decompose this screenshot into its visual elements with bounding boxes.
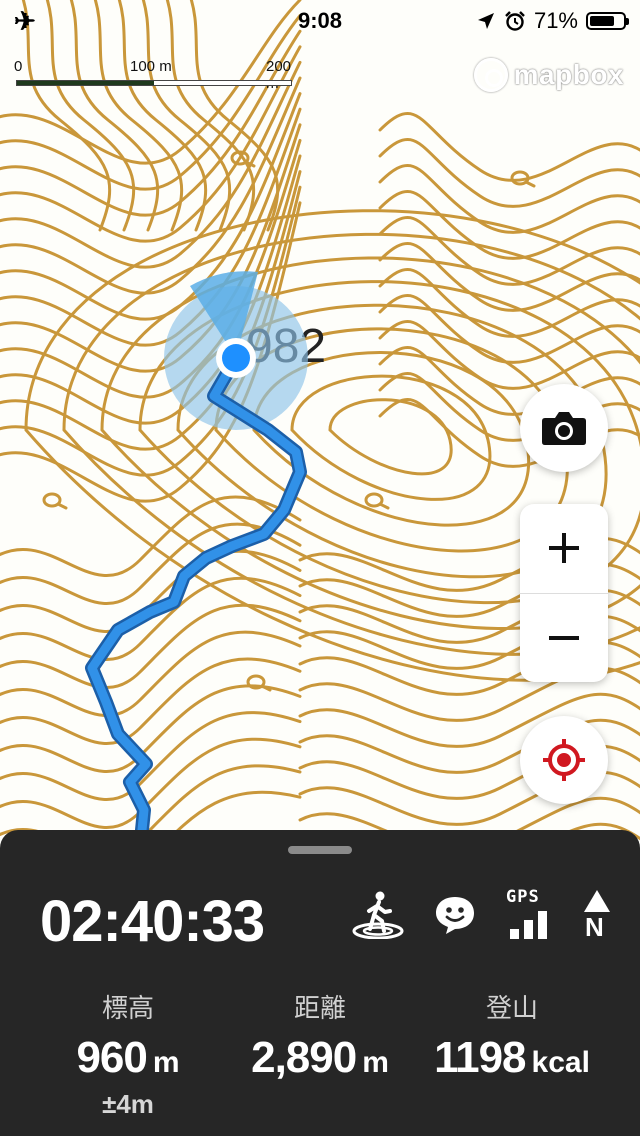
gps-label: GPS	[506, 887, 540, 907]
elevation-accuracy: ±4m	[102, 1089, 154, 1119]
distance-value: 2,890	[251, 1033, 357, 1082]
zoom-out-button[interactable]	[520, 594, 608, 682]
distance-unit: m	[362, 1046, 389, 1079]
plus-icon	[549, 533, 579, 563]
tracking-status-icons: GPS N	[352, 887, 612, 942]
crosshair-icon	[543, 739, 585, 781]
camera-button[interactable]	[520, 384, 608, 472]
mapbox-attribution[interactable]: mapbox	[473, 58, 624, 92]
location-arrow-icon	[477, 13, 494, 29]
distance-stat: 距離 2,890 m	[220, 988, 420, 1083]
battery-percent: 71%	[533, 8, 578, 33]
elevation-stat: 標高 960 m ±4m	[28, 988, 228, 1120]
status-bar: ✈ 9:08 71%	[0, 0, 640, 40]
elevation-value: 960	[76, 1033, 147, 1082]
elevation-label: 標高	[101, 994, 154, 1024]
camera-icon	[542, 412, 586, 445]
hiker-icon[interactable]	[352, 891, 404, 939]
smiley-icon[interactable]	[434, 894, 476, 936]
gps-signal-icon: GPS	[506, 887, 552, 939]
climb-value: 1198	[434, 1033, 526, 1082]
climb-label: 登山	[485, 994, 538, 1024]
north-compass-icon[interactable]: N	[582, 890, 612, 942]
map-scale-bar: 0 100 m 200 m	[14, 58, 294, 92]
tracking-panel[interactable]: 02:40:33 GPS N 標高 960 m ±4m 距離 2,890 m 登…	[0, 830, 640, 1136]
scale-label-100: 100 m	[130, 58, 172, 75]
mapbox-wordmark: mapbox	[513, 59, 624, 90]
distance-label: 距離	[293, 994, 346, 1024]
climb-stat: 登山 1198 kcal	[412, 988, 612, 1083]
scale-label-0: 0	[14, 58, 23, 75]
climb-unit: kcal	[531, 1046, 590, 1079]
mapbox-logo-icon	[473, 58, 508, 92]
panel-drag-handle[interactable]	[288, 846, 352, 854]
north-label: N	[585, 912, 604, 942]
zoom-controls	[520, 504, 608, 682]
recenter-location-button[interactable]	[520, 716, 608, 804]
minus-icon	[549, 636, 579, 640]
battery-icon	[586, 12, 629, 30]
elapsed-time: 02:40:33	[40, 889, 265, 954]
zoom-in-button[interactable]	[520, 504, 608, 592]
scale-label-200: 200 m	[266, 58, 292, 92]
alarm-icon	[505, 11, 525, 31]
elevation-unit: m	[152, 1046, 180, 1079]
